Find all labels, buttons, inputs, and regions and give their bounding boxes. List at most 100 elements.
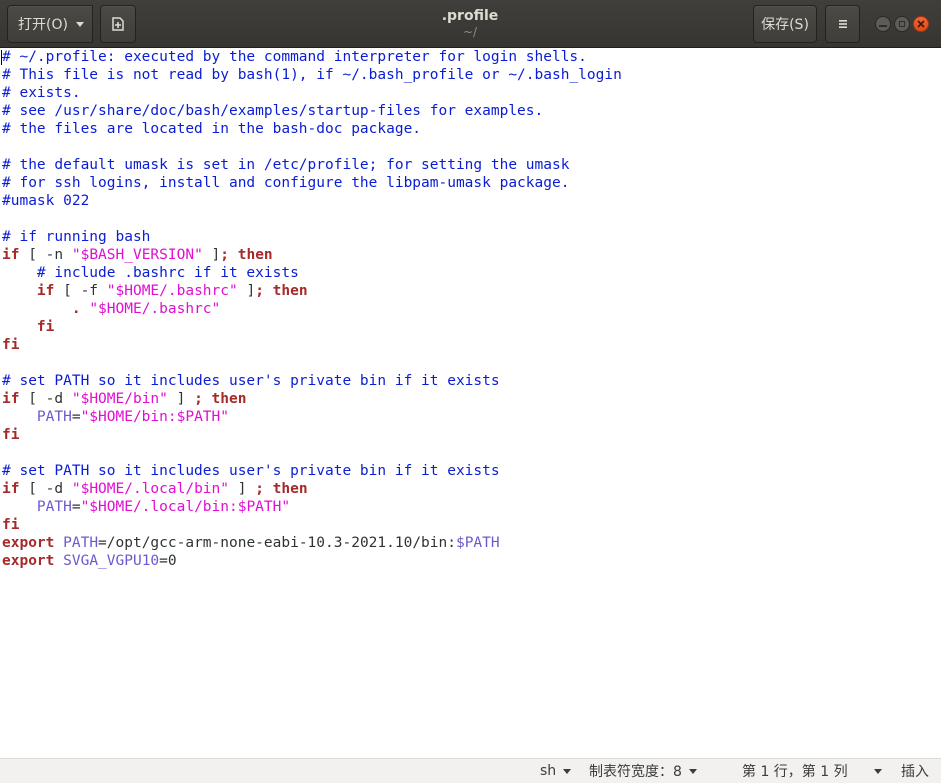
- code-token: ; then: [194, 391, 247, 407]
- code-line[interactable]: export SVGA_VGPU10=0: [2, 552, 622, 570]
- code-line[interactable]: . "$HOME/.bashrc": [2, 300, 622, 318]
- chevron-down-icon: [688, 768, 697, 774]
- code-line[interactable]: PATH="$HOME/bin:$PATH": [2, 408, 622, 426]
- code-token: "$HOME/bin": [71, 391, 168, 407]
- code-token: ]: [237, 283, 256, 299]
- open-button[interactable]: 打开(O): [7, 5, 93, 43]
- code-token: fi: [2, 337, 20, 353]
- code-token: # This file is not read by bash(1), if ~…: [2, 67, 622, 83]
- new-document-icon: [112, 17, 124, 31]
- code-token: =: [71, 499, 81, 515]
- save-button-label: 保存(S): [761, 17, 809, 33]
- code-token: PATH: [63, 535, 99, 551]
- code-line[interactable]: fi: [2, 318, 622, 336]
- insert-mode-indicator[interactable]: 插入: [901, 762, 929, 780]
- code-line[interactable]: export PATH=/opt/gcc-arm-none-eabi-10.3-…: [2, 534, 622, 552]
- language-label: sh: [540, 763, 557, 779]
- close-icon: [917, 20, 925, 28]
- window-title: .profile ~/: [320, 8, 620, 39]
- code-token: =0: [159, 553, 177, 569]
- code-token: "$HOME/.local/bin": [71, 481, 229, 497]
- menu-button[interactable]: [825, 5, 860, 43]
- code-token: fi: [36, 319, 55, 335]
- code-token: PATH: [36, 409, 72, 425]
- close-button[interactable]: [913, 16, 929, 32]
- chevron-down-icon: [76, 22, 84, 27]
- text-editor[interactable]: # ~/.profile: executed by the command in…: [0, 48, 941, 758]
- language-selector[interactable]: sh: [540, 762, 572, 780]
- minimize-button[interactable]: [875, 16, 891, 32]
- tab-width-label: 制表符宽度：8: [589, 764, 682, 780]
- code-line[interactable]: PATH="$HOME/.local/bin:$PATH": [2, 498, 622, 516]
- code-token: #umask 022: [2, 193, 90, 209]
- code-line[interactable]: # set PATH so it includes user's private…: [2, 462, 622, 480]
- maximize-icon: [899, 21, 905, 27]
- code-token: # the files are located in the bash-doc …: [2, 121, 422, 137]
- document-path: ~/: [462, 25, 478, 39]
- cursor-position-selector[interactable]: 第 1 行，第 1 列: [742, 762, 882, 780]
- code-content[interactable]: # ~/.profile: executed by the command in…: [2, 48, 622, 570]
- insert-mode-label: 插入: [901, 764, 929, 780]
- code-line[interactable]: # ~/.profile: executed by the command in…: [2, 48, 622, 66]
- code-token: "$BASH_VERSION": [71, 247, 203, 263]
- code-token: PATH: [36, 499, 72, 515]
- code-token: ]: [229, 481, 256, 497]
- open-button-label: 打开(O): [18, 17, 68, 33]
- maximize-button[interactable]: [894, 16, 910, 32]
- code-line[interactable]: # the files are located in the bash-doc …: [2, 120, 622, 138]
- code-line[interactable]: fi: [2, 426, 622, 444]
- code-line[interactable]: # exists.: [2, 84, 622, 102]
- code-token: ; then: [220, 247, 273, 263]
- code-token: $PATH: [455, 535, 500, 551]
- code-token: # exists.: [2, 85, 81, 101]
- code-token: SVGA_VGPU10: [63, 553, 160, 569]
- code-line[interactable]: # This file is not read by bash(1), if ~…: [2, 66, 622, 84]
- code-token: if: [36, 283, 55, 299]
- code-token: # include .bashrc if it exists: [36, 265, 299, 281]
- code-line[interactable]: # if running bash: [2, 228, 622, 246]
- code-token: if: [2, 247, 20, 263]
- open-button-group: 打开(O): [7, 5, 93, 43]
- code-line[interactable]: # see /usr/share/doc/bash/examples/start…: [2, 102, 622, 120]
- code-token: ]: [167, 391, 195, 407]
- code-line[interactable]: #umask 022: [2, 192, 622, 210]
- code-line[interactable]: # for ssh logins, install and configure …: [2, 174, 622, 192]
- code-token: if: [2, 481, 20, 497]
- code-line[interactable]: [2, 138, 622, 156]
- code-token: [ -d: [19, 391, 72, 407]
- code-line[interactable]: [2, 444, 622, 462]
- chevron-down-icon: [563, 768, 572, 774]
- code-line[interactable]: # the default umask is set in /etc/profi…: [2, 156, 622, 174]
- code-token: ; then: [255, 283, 308, 299]
- code-line[interactable]: # include .bashrc if it exists: [2, 264, 622, 282]
- new-document-button[interactable]: [100, 5, 136, 43]
- code-line[interactable]: if [ -d "$HOME/bin" ] ; then: [2, 390, 622, 408]
- code-line[interactable]: [2, 354, 622, 372]
- code-token: [ -d: [19, 481, 72, 497]
- code-token: # set PATH so it includes user's private…: [2, 463, 500, 479]
- document-title: .profile: [441, 8, 499, 24]
- code-line[interactable]: # set PATH so it includes user's private…: [2, 372, 622, 390]
- code-line[interactable]: fi: [2, 516, 622, 534]
- code-token: export: [2, 553, 55, 569]
- code-token: [ -f: [54, 283, 107, 299]
- code-token: [ -n: [19, 247, 72, 263]
- hamburger-menu-icon: [838, 20, 847, 28]
- code-token: fi: [2, 427, 20, 443]
- save-button[interactable]: 保存(S): [753, 5, 817, 43]
- code-line[interactable]: if [ -d "$HOME/.local/bin" ] ; then: [2, 480, 622, 498]
- code-line[interactable]: fi: [2, 336, 622, 354]
- tab-width-selector[interactable]: 制表符宽度：8: [589, 762, 697, 780]
- code-token: # for ssh logins, install and configure …: [2, 175, 570, 191]
- code-token: "$HOME/bin:$PATH": [80, 409, 229, 425]
- code-line[interactable]: if [ -n "$BASH_VERSION" ]; then: [2, 246, 622, 264]
- minimize-icon: [879, 25, 887, 27]
- code-line[interactable]: if [ -f "$HOME/.bashrc" ]; then: [2, 282, 622, 300]
- code-line[interactable]: [2, 210, 622, 228]
